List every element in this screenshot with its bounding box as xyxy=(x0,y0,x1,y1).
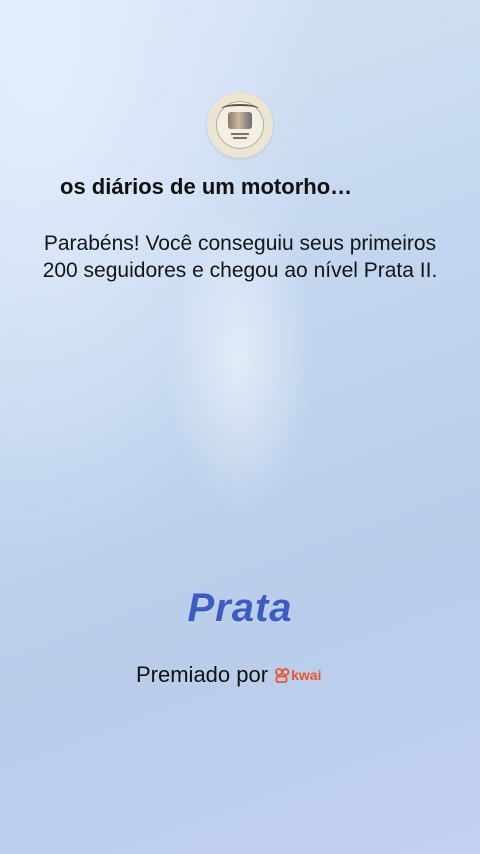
level-badge-text: Prata xyxy=(187,586,293,630)
profile-avatar[interactable] xyxy=(207,92,273,158)
congratulations-message: Parabéns! Você conseguiu seus primeiros … xyxy=(42,232,438,282)
awarded-by-row: Premiado por kwai xyxy=(136,660,321,690)
awarded-by-label: Premiado por xyxy=(136,662,269,687)
profile-name: os diários de um motorho… xyxy=(60,174,353,199)
kwai-wordmark: kwai xyxy=(291,667,322,683)
kwai-icon xyxy=(275,667,290,683)
avatar-logo-line xyxy=(231,133,249,135)
avatar-logo-line xyxy=(233,137,247,139)
avatar-photo xyxy=(228,112,252,129)
kwai-logo: kwai xyxy=(275,667,321,683)
